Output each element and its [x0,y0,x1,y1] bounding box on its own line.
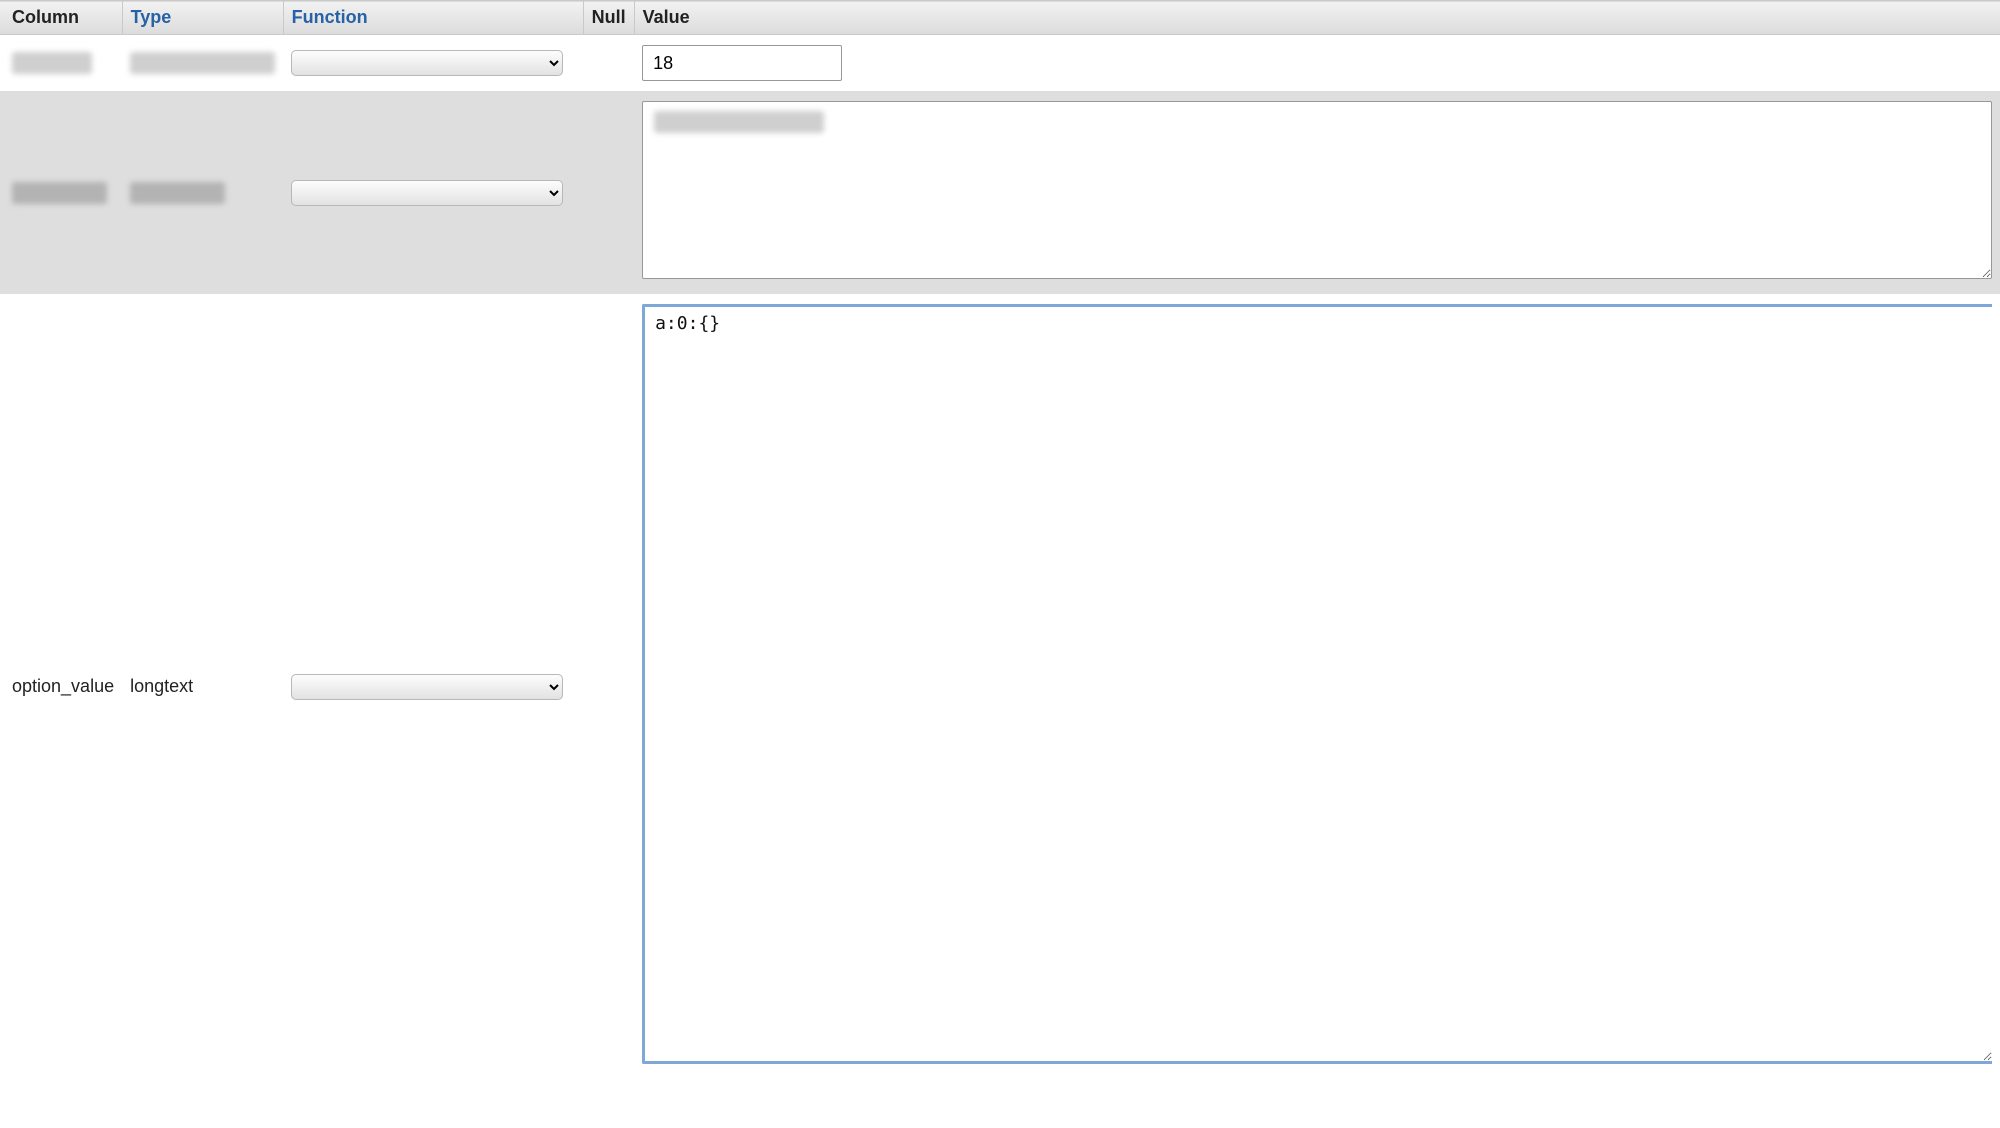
value-textarea-focused[interactable] [642,304,1992,1064]
function-select[interactable] [291,674,563,700]
value-input[interactable] [642,45,842,81]
null-cell [583,91,634,294]
column-name-obscured: xxxxxx [12,52,92,74]
header-type[interactable]: Type [122,1,283,35]
column-type-obscured: xxxxxxxxx [130,52,275,74]
function-select[interactable] [291,50,563,76]
value-textarea[interactable] [642,101,1992,279]
table-row: option_value longtext [0,294,2000,1079]
table-row: xxxxxx xxxxxxxxx [0,35,2000,92]
column-type: longtext [122,294,283,1079]
header-value: Value [634,1,2000,35]
column-name-obscured: xxxxxx [12,182,107,204]
column-name: option_value [0,294,122,1079]
header-column: Column [0,1,122,35]
null-cell [583,294,634,1079]
function-select[interactable] [291,180,563,206]
null-cell [583,35,634,92]
edit-table: Column Type Function Null Value xxxxxx x… [0,0,2000,1079]
header-function[interactable]: Function [283,1,583,35]
header-null: Null [583,1,634,35]
table-header-row: Column Type Function Null Value [0,1,2000,35]
table-row: xxxxxx xxxxxxx [0,91,2000,294]
column-type-obscured: xxxxxxx [130,182,225,204]
